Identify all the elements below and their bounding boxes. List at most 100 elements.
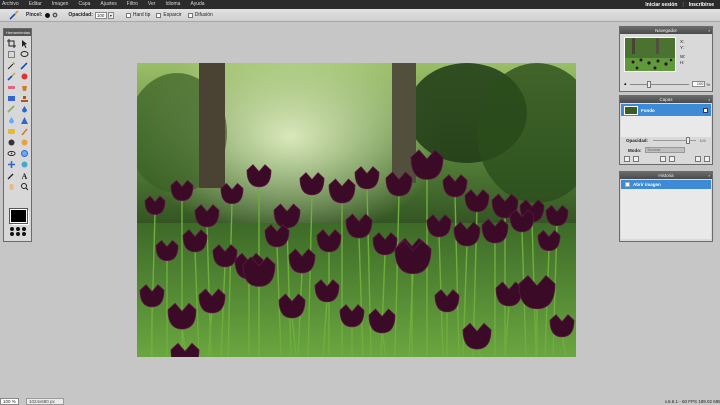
bucket-tool-button[interactable] — [18, 82, 30, 93]
zoom-slider[interactable] — [629, 80, 690, 88]
panel-close-icon[interactable]: ▪ — [709, 27, 710, 34]
tulip-photo — [137, 63, 576, 357]
login-link[interactable]: Iniciar sesión — [645, 2, 677, 8]
status-zoom-input[interactable]: 100 % — [0, 398, 19, 405]
hard-tip-box[interactable] — [125, 12, 131, 18]
image-canvas[interactable] — [137, 63, 576, 357]
bloat-icon — [20, 150, 28, 157]
layer-mode: Modo: Normal — [628, 147, 685, 153]
tools-panel: Herramientas A — [3, 28, 32, 242]
dodge-tool-button[interactable] — [18, 137, 30, 148]
layer-style-icon[interactable] — [633, 156, 639, 162]
tools-title: Herramientas — [4, 29, 31, 36]
layers-header: Capas ▪ — [620, 96, 712, 103]
eraser-tool-button[interactable] — [5, 82, 17, 93]
layer-item-fondo[interactable]: Fondo — [621, 104, 711, 116]
pencil-tool-button[interactable] — [18, 60, 30, 71]
layer-mode-select[interactable]: Normal — [644, 147, 685, 153]
bucket-icon — [21, 86, 27, 91]
zoom-out-icon[interactable]: ▴ — [624, 81, 627, 87]
menu-imagen[interactable]: Imagen — [52, 0, 69, 9]
text-tool-button[interactable]: A — [18, 170, 30, 181]
signup-link[interactable]: Inscribirse — [689, 2, 714, 8]
layer-visibility-checkbox[interactable] — [703, 107, 708, 113]
zoom-unit: % — [706, 81, 710, 87]
navigator-title: Navegador — [654, 28, 677, 33]
brush-picker-icon[interactable] — [52, 12, 58, 18]
new-layer-icon[interactable] — [695, 156, 701, 162]
move-icon — [21, 40, 27, 48]
hard-tip-label: Hard tip — [132, 12, 151, 18]
bloat-tool-button[interactable] — [18, 148, 30, 159]
brush-tool-icon — [9, 10, 19, 20]
sponge-icon — [7, 129, 15, 134]
scatter-checkbox[interactable]: Esparcir — [156, 12, 182, 18]
zoom-input[interactable]: 100 — [692, 81, 706, 87]
brush-label: Pincel: — [26, 12, 43, 18]
replace-tool-button[interactable] — [5, 159, 17, 170]
layer-mask-icon[interactable] — [659, 156, 666, 162]
smudge-tool-button[interactable] — [18, 126, 30, 137]
layer-opacity-label: Opacidad: — [626, 138, 649, 143]
zoom-tool-button[interactable] — [18, 181, 30, 192]
layer-opacity-knob[interactable] — [686, 137, 691, 144]
hand-tool-button[interactable] — [5, 181, 17, 192]
delete-layer-icon[interactable] — [704, 156, 710, 162]
clone-tool-button[interactable] — [18, 71, 30, 82]
smudge-icon — [20, 128, 28, 136]
gradient-tool-button[interactable] — [5, 93, 17, 104]
layer-folder-icon[interactable] — [668, 156, 675, 162]
history-panel: Historia ▪ Abrir imagen — [619, 171, 713, 242]
panel-close-icon[interactable]: ▪ — [709, 172, 710, 179]
menu-capa[interactable]: Capa — [78, 0, 90, 9]
heal-tool-button[interactable] — [5, 104, 17, 115]
drop-tool-button[interactable] — [5, 115, 17, 126]
brush-preview-icon[interactable] — [45, 12, 51, 18]
status-bar: 100 % 1024x680 px v.6.6.1 - 60 FPS 189.0… — [0, 398, 720, 405]
colorize-tool-button[interactable] — [18, 159, 30, 170]
menu-filtro[interactable]: Filtro — [127, 0, 138, 9]
crop-tool-button[interactable] — [5, 38, 17, 49]
lasso-icon — [20, 51, 28, 57]
lasso-tool-button[interactable] — [18, 49, 30, 60]
menu-editar[interactable]: Editar — [29, 0, 42, 9]
triangle-tool-button[interactable] — [18, 115, 30, 126]
text-icon: A — [21, 172, 27, 180]
sponge-tool-button[interactable] — [5, 126, 17, 137]
marquee-tool-button[interactable] — [5, 49, 17, 60]
dodge-icon — [21, 139, 27, 146]
menu-ayuda[interactable]: Ayuda — [190, 0, 204, 9]
layer-link-icon[interactable] — [624, 156, 630, 162]
menu-archivo[interactable]: Archivo — [2, 0, 19, 9]
opacity-stepper[interactable]: ▾ — [107, 11, 114, 19]
h-label: H: — [680, 60, 685, 65]
burn-tool-button[interactable] — [5, 137, 17, 148]
menu-ajustes[interactable]: Ajustes — [100, 0, 116, 9]
gradient-icon — [7, 96, 15, 101]
move-tool-button[interactable] — [18, 38, 30, 49]
svg-text:A: A — [21, 172, 27, 180]
brush-tool-button[interactable] — [5, 71, 17, 82]
scatter-box[interactable] — [156, 12, 162, 18]
pencil-icon — [19, 62, 28, 70]
stamp-tool-button[interactable] — [18, 93, 30, 104]
menu-idioma[interactable]: Idioma — [165, 0, 180, 9]
history-item[interactable]: Abrir imagen — [621, 180, 711, 189]
layer-opacity-slider[interactable] — [653, 137, 697, 144]
hard-tip-checkbox[interactable]: Hard tip — [125, 12, 151, 18]
opacity-input[interactable]: 100 — [94, 11, 107, 19]
navigator-thumbnail[interactable] — [624, 37, 676, 72]
layer-opacity-value: 100 — [699, 138, 706, 143]
redeye-tool-button[interactable] — [5, 148, 17, 159]
diffusion-checkbox[interactable]: Difusión — [187, 12, 213, 18]
zoom-slider-knob[interactable] — [647, 80, 652, 88]
wand-tool-button[interactable] — [5, 60, 17, 71]
layer-mode-label: Modo: — [628, 147, 642, 153]
menu-ver[interactable]: Ver — [148, 0, 156, 9]
foreground-color-swatch[interactable] — [9, 208, 28, 224]
panel-close-icon[interactable]: ▪ — [709, 96, 710, 103]
picker-tool-button[interactable] — [5, 170, 17, 181]
blur-tool-button[interactable] — [18, 104, 30, 115]
swatch-options[interactable] — [10, 227, 27, 236]
diffusion-box[interactable] — [187, 12, 193, 18]
